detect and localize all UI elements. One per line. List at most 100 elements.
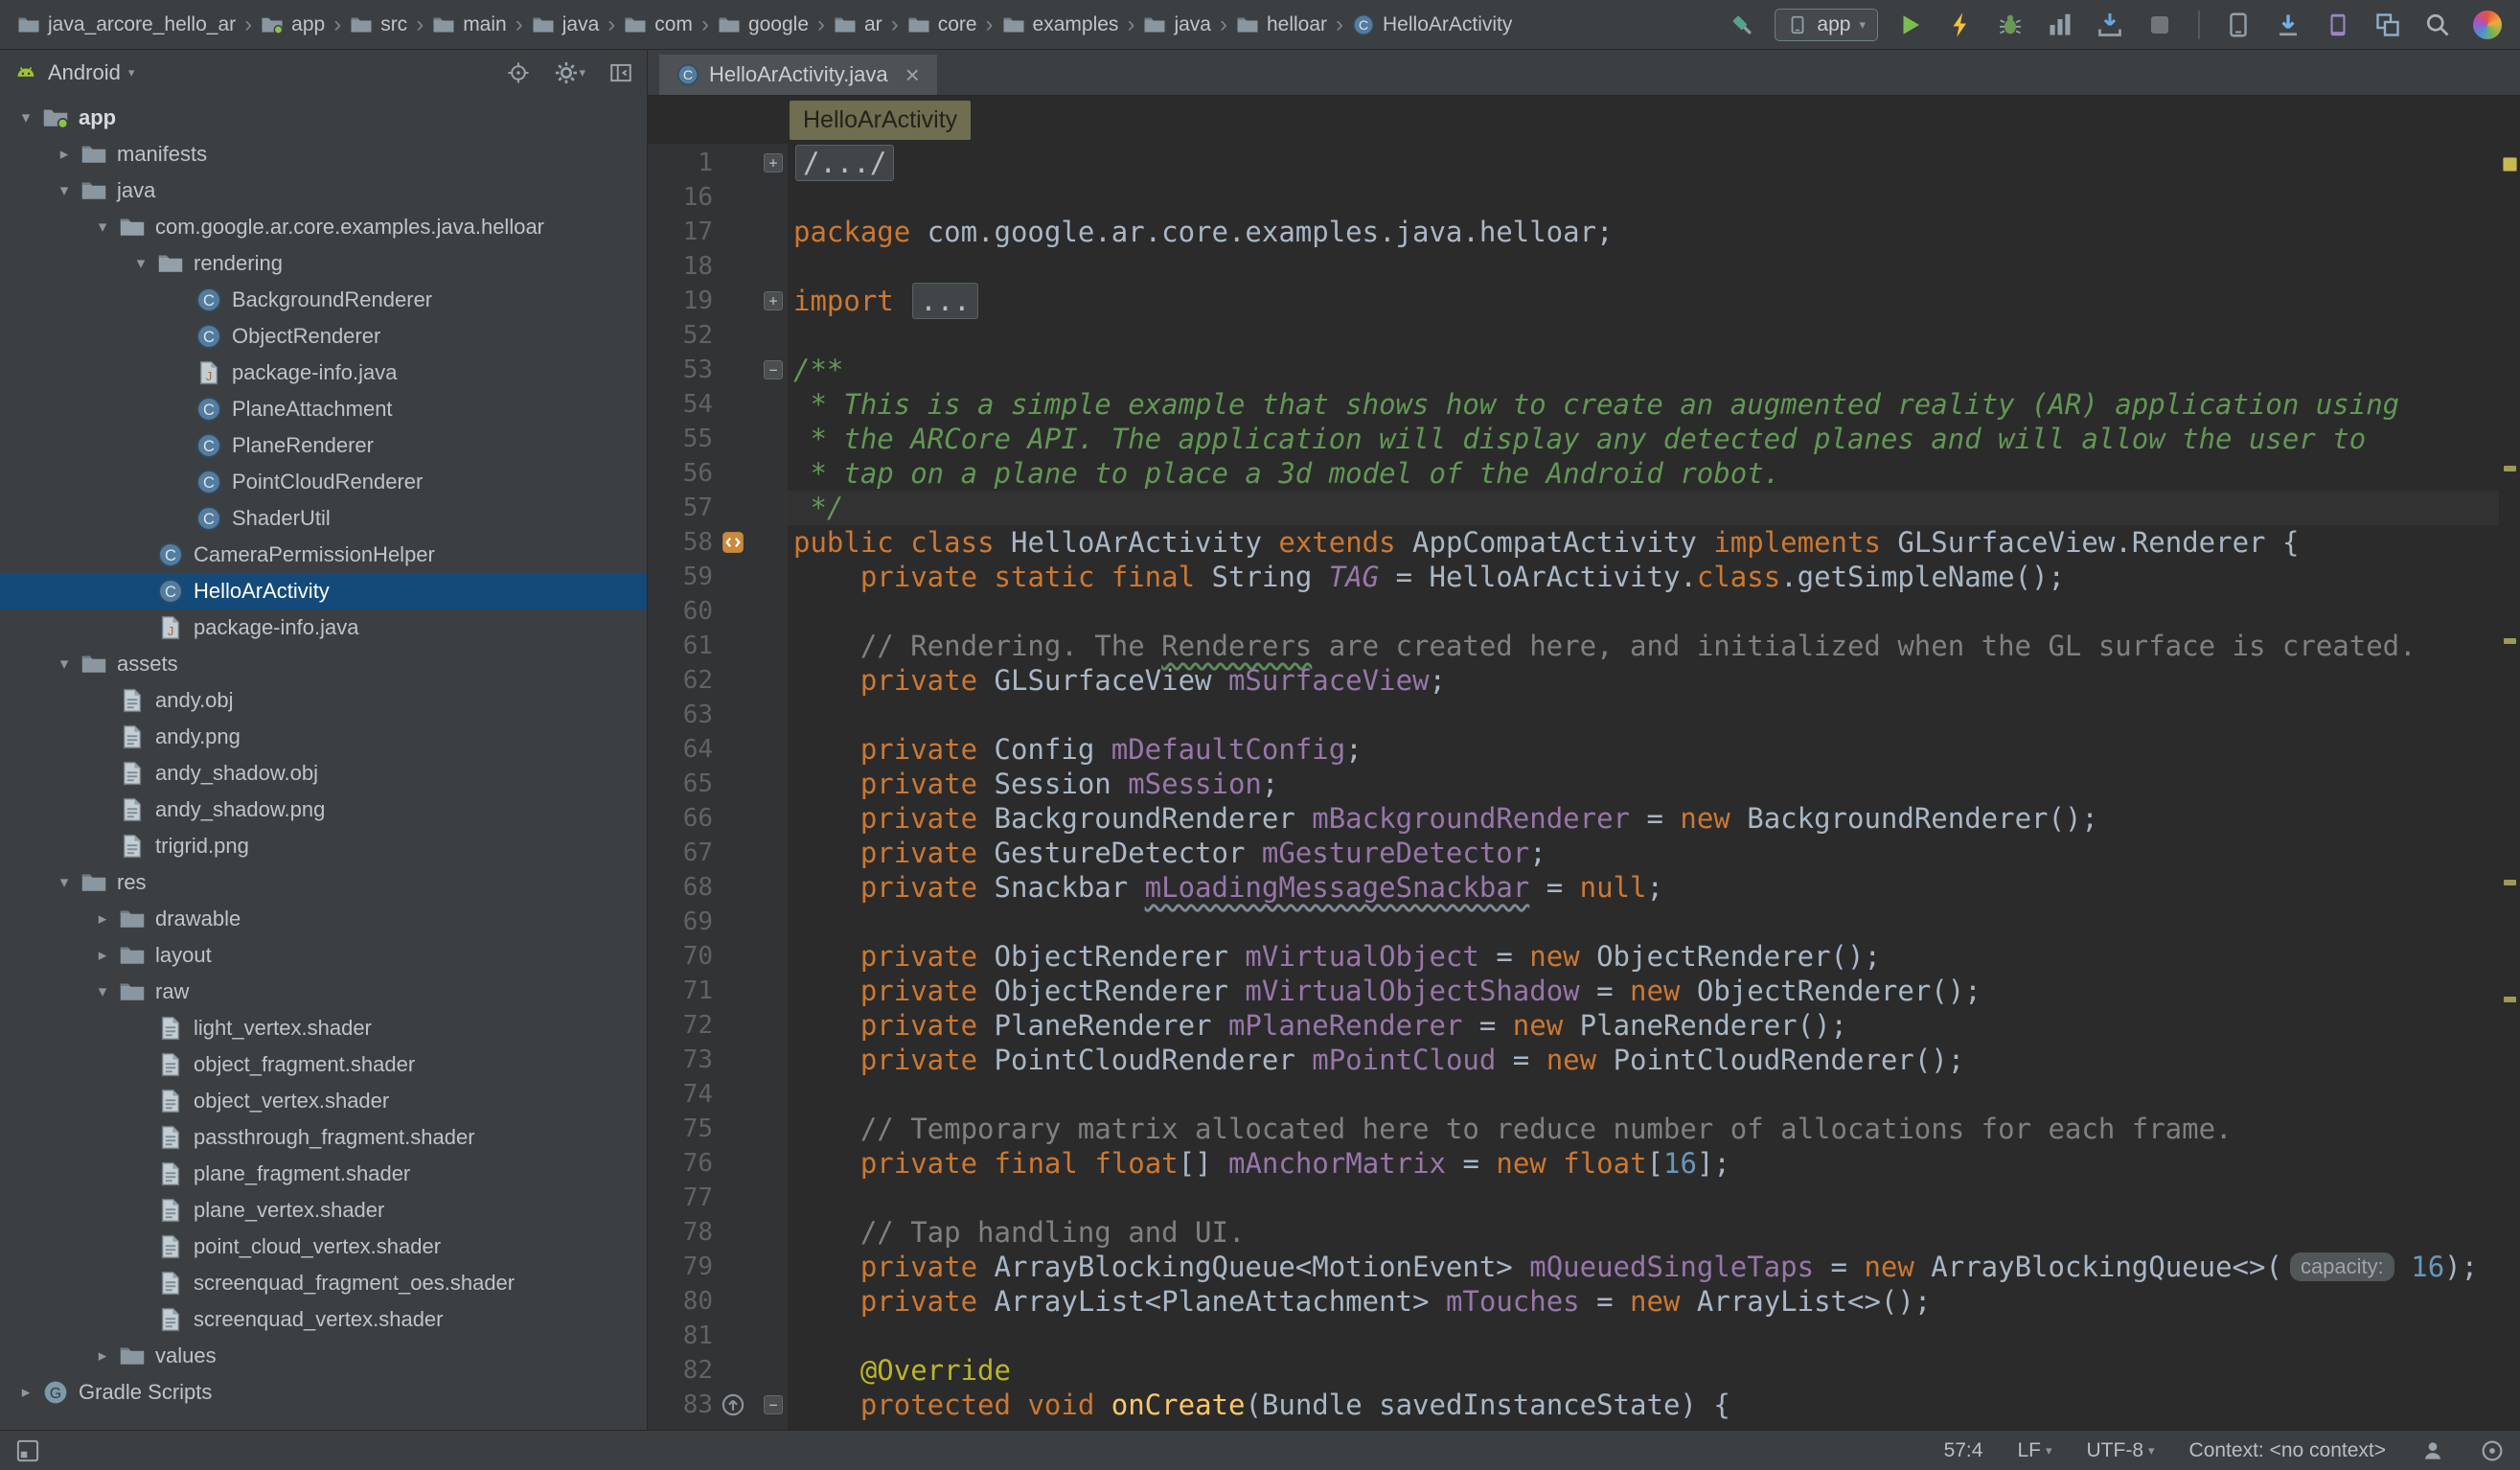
locate-file-button[interactable]: [506, 59, 531, 86]
stripe-mark[interactable]: [2504, 997, 2516, 1002]
code-text[interactable]: private BackgroundRenderer mBackgroundRe…: [788, 801, 2499, 836]
collapse-arrow-icon[interactable]: ▾: [48, 873, 80, 892]
tree-item-plane-fragment-shader[interactable]: plane_fragment.shader: [0, 1156, 647, 1192]
code-text[interactable]: private ArrayBlockingQueue<MotionEvent> …: [788, 1250, 2499, 1284]
breadcrumb-item-core[interactable]: core: [907, 13, 977, 36]
close-tab-icon[interactable]: ×: [905, 62, 920, 87]
encoding-widget[interactable]: UTF-8 ▾: [2087, 1439, 2155, 1462]
caret-position-widget[interactable]: 57:4: [1944, 1439, 1983, 1462]
tree-item-res[interactable]: ▾res: [0, 864, 647, 901]
collapse-arrow-icon[interactable]: ▾: [48, 181, 80, 200]
expand-arrow-icon[interactable]: ▸: [86, 909, 119, 929]
code-text[interactable]: /**: [788, 353, 2499, 387]
tree-item-app[interactable]: ▾app: [0, 100, 647, 136]
tab-helloaractivity-java[interactable]: C HelloArActivity.java ×: [659, 55, 937, 95]
fold-expand-icon[interactable]: +: [764, 153, 783, 172]
tree-item-manifests[interactable]: ▸manifests: [0, 136, 647, 172]
fold-collapse-icon[interactable]: −: [764, 360, 783, 379]
code-text[interactable]: [788, 249, 2499, 284]
breadcrumb-item-src[interactable]: src: [350, 13, 407, 36]
collapse-arrow-icon[interactable]: ▾: [86, 982, 119, 1001]
stripe-mark[interactable]: [2504, 466, 2516, 471]
code-text[interactable]: private final float[] mAnchorMatrix = ne…: [788, 1146, 2499, 1181]
tree-item-andy-obj[interactable]: andy.obj: [0, 682, 647, 719]
layout-inspector-button[interactable]: [2371, 8, 2405, 42]
tree-item-object-vertex-shader[interactable]: object_vertex.shader: [0, 1083, 647, 1119]
tree-item-andy-png[interactable]: andy.png: [0, 719, 647, 755]
fold-expand-icon[interactable]: +: [764, 291, 783, 310]
tree-item-camerapermissionhelper[interactable]: CCameraPermissionHelper: [0, 537, 647, 573]
breadcrumb-item-java-arcore-hello-ar[interactable]: java_arcore_hello_ar: [17, 13, 236, 36]
code-text[interactable]: private Config mDefaultConfig;: [788, 732, 2499, 767]
code-text[interactable]: * the ARCore API. The application will d…: [788, 422, 2499, 456]
device-manager-button[interactable]: [2321, 8, 2355, 42]
breadcrumb-item-helloaractivity[interactable]: CHelloArActivity: [1352, 13, 1512, 36]
tree-item-pointcloudrenderer[interactable]: CPointCloudRenderer: [0, 464, 647, 500]
tree-item-shaderutil[interactable]: CShaderUtil: [0, 500, 647, 537]
run-button[interactable]: [1893, 8, 1928, 42]
code-text[interactable]: [788, 1181, 2499, 1215]
code-text[interactable]: private GestureDetector mGestureDetector…: [788, 836, 2499, 870]
tree-item-planerenderer[interactable]: CPlaneRenderer: [0, 427, 647, 464]
run-configuration-selector[interactable]: app▾: [1775, 9, 1878, 41]
stripe-mark[interactable]: [2504, 638, 2516, 644]
code-text[interactable]: private ArrayList<PlaneAttachment> mTouc…: [788, 1284, 2499, 1319]
code-text[interactable]: private Snackbar mLoadingMessageSnackbar…: [788, 870, 2499, 905]
code-text[interactable]: /.../: [788, 146, 2499, 180]
code-text[interactable]: import ...: [788, 284, 2499, 318]
tree-item-light-vertex-shader[interactable]: light_vertex.shader: [0, 1010, 647, 1046]
tree-item-passthrough-fragment-shader[interactable]: passthrough_fragment.shader: [0, 1119, 647, 1156]
tree-item-plane-vertex-shader[interactable]: plane_vertex.shader: [0, 1192, 647, 1229]
tree-item-assets[interactable]: ▾assets: [0, 646, 647, 682]
stripe-mark[interactable]: [2503, 157, 2517, 172]
breadcrumb-item-main[interactable]: main: [432, 13, 507, 36]
code-text[interactable]: package com.google.ar.core.examples.java…: [788, 215, 2499, 249]
code-text[interactable]: private ObjectRenderer mVirtualObjectSha…: [788, 974, 2499, 1008]
code-text[interactable]: [788, 180, 2499, 215]
code-text[interactable]: protected void onCreate(Bundle savedInst…: [788, 1388, 2499, 1422]
toolwindow-toggle-button[interactable]: [15, 1438, 40, 1463]
tree-item-raw[interactable]: ▾raw: [0, 974, 647, 1010]
code-text[interactable]: * This is a simple example that shows ho…: [788, 387, 2499, 422]
build-button[interactable]: [1725, 8, 1759, 42]
related-xml-gutter-icon[interactable]: [721, 530, 745, 555]
tree-item-package-info-java[interactable]: Jpackage-info.java: [0, 609, 647, 646]
breadcrumb-item-com[interactable]: com: [624, 13, 693, 36]
code-text[interactable]: [788, 698, 2499, 732]
tree-item-planeattachment[interactable]: CPlaneAttachment: [0, 391, 647, 427]
code-text[interactable]: [788, 594, 2499, 629]
profile-button[interactable]: [2043, 8, 2077, 42]
tree-item-object-fragment-shader[interactable]: object_fragment.shader: [0, 1046, 647, 1083]
tree-item-gradle-scripts[interactable]: ▸GGradle Scripts: [0, 1374, 647, 1411]
settings-button[interactable]: ▾: [554, 59, 585, 86]
tree-item-objectrenderer[interactable]: CObjectRenderer: [0, 318, 647, 355]
tree-item-backgroundrenderer[interactable]: CBackgroundRenderer: [0, 282, 647, 318]
avd-manager-button[interactable]: [2221, 8, 2256, 42]
sdk-manager-button[interactable]: [2271, 8, 2305, 42]
tree-item-rendering[interactable]: ▾rendering: [0, 245, 647, 282]
code-text[interactable]: private Session mSession;: [788, 767, 2499, 801]
code-text[interactable]: private PointCloudRenderer mPointCloud =…: [788, 1043, 2499, 1077]
collapse-arrow-icon[interactable]: ▾: [10, 108, 42, 127]
tree-item-point-cloud-vertex-shader[interactable]: point_cloud_vertex.shader: [0, 1229, 647, 1265]
tree-item-helloaractivity[interactable]: CHelloArActivity: [0, 573, 647, 609]
tree-item-drawable[interactable]: ▸drawable: [0, 901, 647, 937]
tree-item-package-info-java[interactable]: Jpackage-info.java: [0, 355, 647, 391]
tree-item-java[interactable]: ▾java: [0, 172, 647, 209]
code-text[interactable]: // Temporary matrix allocated here to re…: [788, 1112, 2499, 1146]
attach-debugger-button[interactable]: [2093, 8, 2127, 42]
code-text[interactable]: @Override: [788, 1353, 2499, 1388]
collapse-arrow-icon[interactable]: ▾: [48, 655, 80, 674]
code-text[interactable]: // Rendering. The Renderers are created …: [788, 629, 2499, 663]
code-text[interactable]: [788, 1319, 2499, 1353]
code-text[interactable]: */: [788, 491, 2499, 525]
hide-panel-button[interactable]: [608, 59, 633, 86]
code-text[interactable]: * tap on a plane to place a 3d model of …: [788, 456, 2499, 491]
tree-item-andy-shadow-obj[interactable]: andy_shadow.obj: [0, 755, 647, 792]
expand-arrow-icon[interactable]: ▸: [10, 1383, 42, 1402]
breadcrumb-item-app[interactable]: app: [261, 13, 325, 36]
tree-item-trigrid-png[interactable]: trigrid.png: [0, 828, 647, 864]
breadcrumb-item-google[interactable]: google: [718, 13, 809, 36]
code-text[interactable]: private GLSurfaceView mSurfaceView;: [788, 663, 2499, 698]
tree-item-screenquad-vertex-shader[interactable]: screenquad_vertex.shader: [0, 1301, 647, 1338]
